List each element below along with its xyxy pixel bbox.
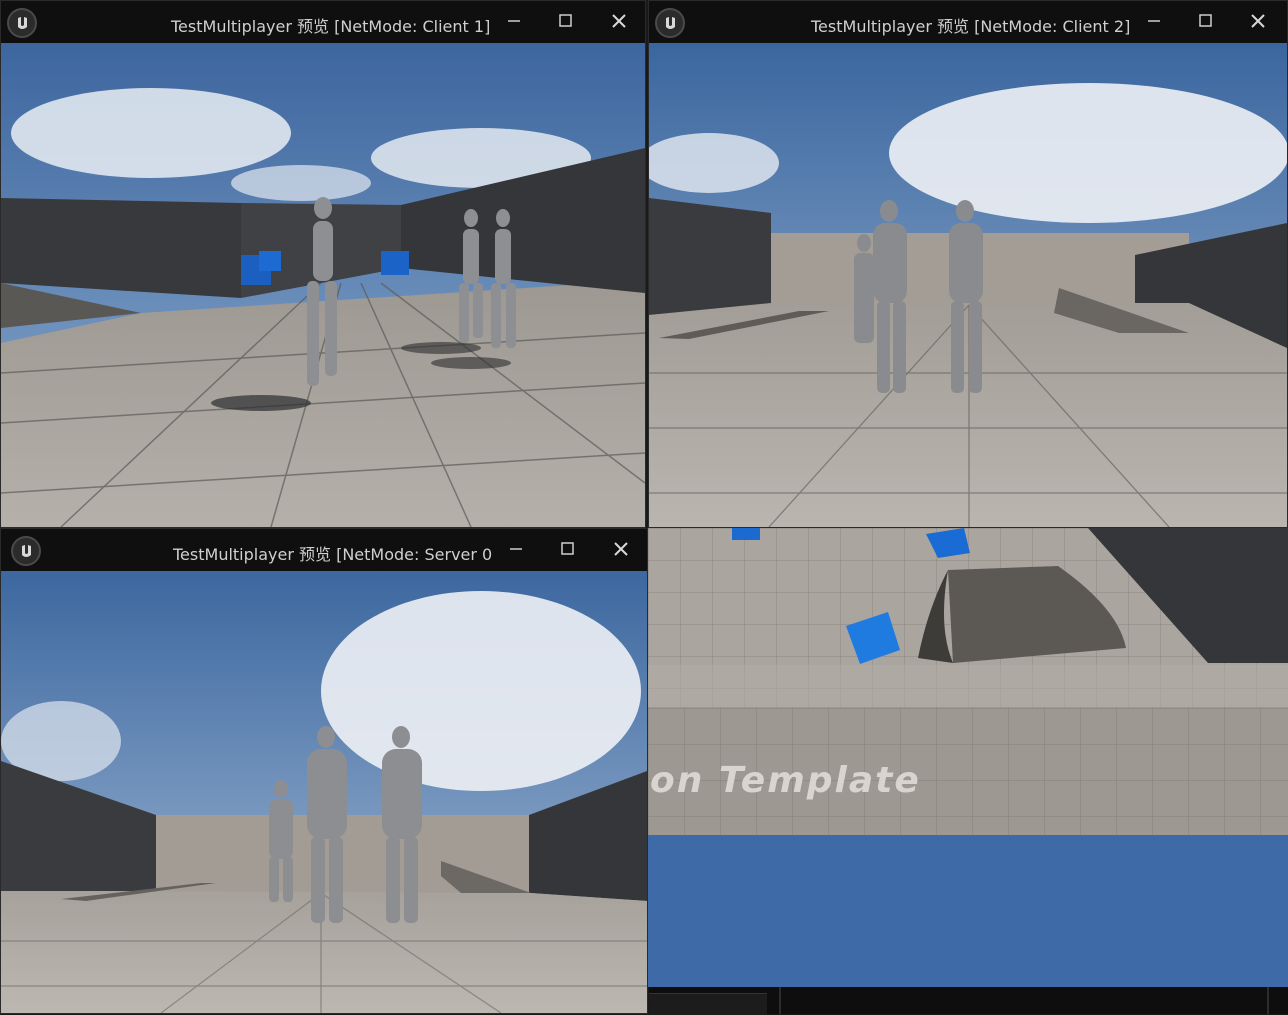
unreal-logo-icon <box>655 8 685 38</box>
maximize-button[interactable] <box>1191 7 1221 35</box>
maximize-icon <box>561 542 574 555</box>
minimize-icon <box>510 548 522 550</box>
minimize-icon <box>1148 20 1160 22</box>
window-title: TestMultiplayer 预览 [NetMode: Server 0 <box>173 545 493 564</box>
unreal-logo-icon <box>7 8 37 38</box>
scene-render <box>1 43 645 527</box>
template-text: on Template <box>650 760 921 801</box>
close-icon <box>612 14 626 28</box>
scene-render <box>1 571 647 1013</box>
close-icon <box>614 542 628 556</box>
divider <box>1267 987 1269 1014</box>
maximize-icon <box>559 14 572 27</box>
title-bar[interactable]: TestMultiplayer 预览 [NetMode: Server 0 <box>1 529 647 571</box>
minimize-button[interactable] <box>1139 7 1169 35</box>
scene-render <box>649 43 1287 527</box>
window-title: TestMultiplayer 预览 [NetMode: Client 1] <box>171 17 491 36</box>
close-icon <box>1251 14 1265 28</box>
maximize-icon <box>1199 14 1212 27</box>
unreal-logo-icon <box>11 536 41 566</box>
minimize-button[interactable] <box>501 535 531 563</box>
title-bar[interactable]: TestMultiplayer 预览 [NetMode: Client 2] <box>649 1 1287 43</box>
pie-window-server[interactable]: TestMultiplayer 预览 [NetMode: Server 0 <box>0 528 648 1014</box>
maximize-button[interactable] <box>553 535 583 563</box>
game-viewport[interactable] <box>1 43 645 527</box>
minimize-icon <box>508 20 520 22</box>
game-viewport[interactable] <box>1 571 647 1013</box>
editor-viewport[interactable]: on Template <box>648 528 1288 987</box>
window-title: TestMultiplayer 预览 [NetMode: Client 2] <box>811 17 1131 36</box>
divider <box>779 987 781 1014</box>
close-button[interactable] <box>606 535 636 563</box>
pie-window-client-2[interactable]: TestMultiplayer 预览 [NetMode: Client 2] <box>648 0 1288 528</box>
close-button[interactable] <box>604 7 634 35</box>
minimize-button[interactable] <box>499 7 529 35</box>
pie-window-client-1[interactable]: TestMultiplayer 预览 [NetMode: Client 1] <box>0 0 646 528</box>
maximize-button[interactable] <box>551 7 581 35</box>
editor-bottom-bar <box>649 987 1288 1015</box>
editor-scene-render <box>648 528 1288 987</box>
editor-tab[interactable] <box>649 993 767 1015</box>
close-button[interactable] <box>1243 7 1273 35</box>
title-bar[interactable]: TestMultiplayer 预览 [NetMode: Client 1] <box>1 1 645 43</box>
game-viewport[interactable] <box>649 43 1287 527</box>
